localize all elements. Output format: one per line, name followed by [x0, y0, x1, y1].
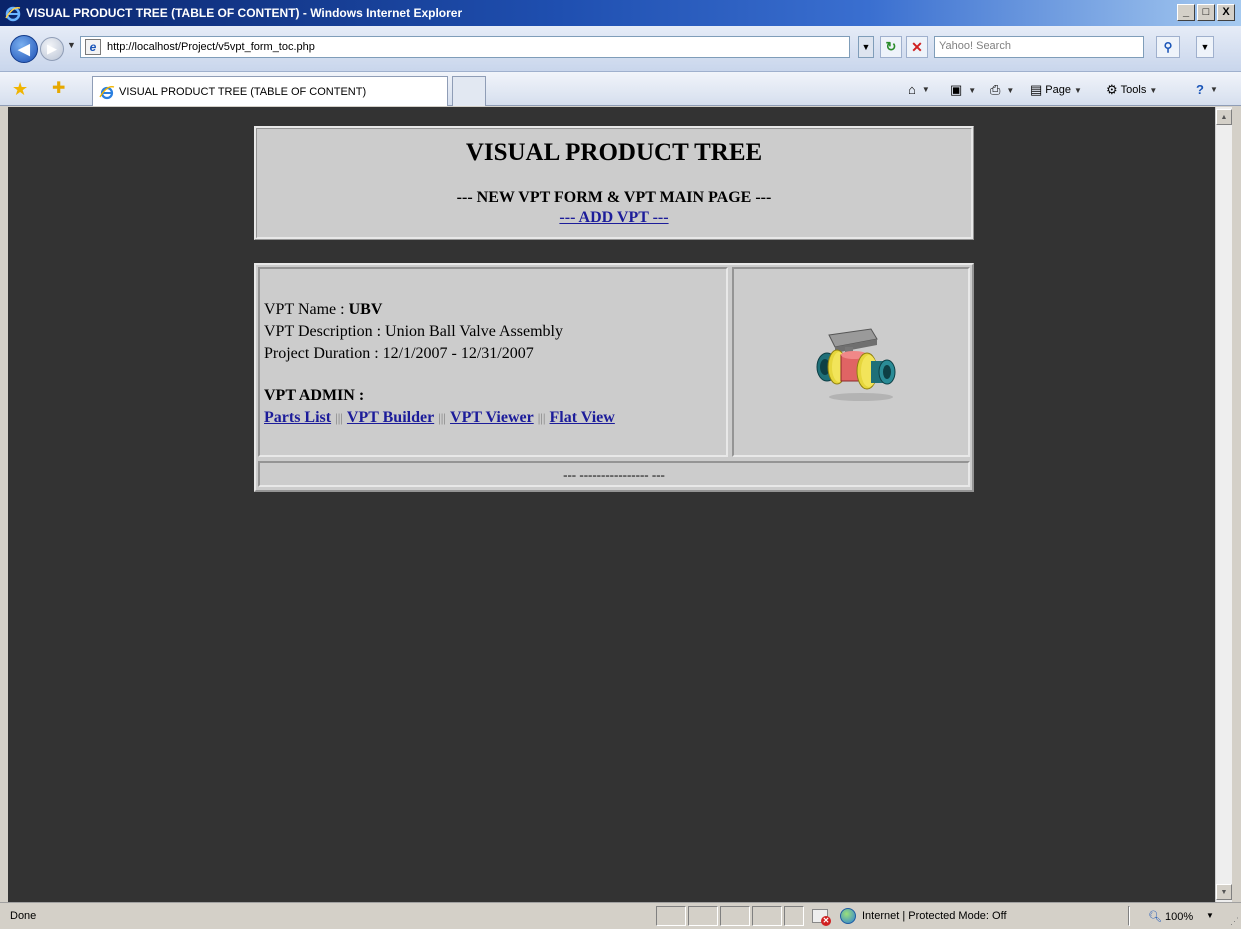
- tab-command-bar: ★ ✚ VISUAL PRODUCT TREE (TABLE OF CONTEN…: [0, 72, 1241, 106]
- zoom-icon: 🔍︎: [1148, 911, 1162, 923]
- vpt-image-cell: [732, 267, 970, 457]
- popup-blocked-icon[interactable]: ✕: [812, 909, 831, 926]
- home-button[interactable]: ⌂ ▼: [908, 82, 930, 97]
- page-subtitle: --- NEW VPT FORM & VPT MAIN PAGE ---: [456, 189, 772, 206]
- search-input[interactable]: Yahoo! Search: [934, 36, 1144, 58]
- tab-label: VISUAL PRODUCT TREE (TABLE OF CONTENT): [119, 85, 367, 98]
- chevron-down-icon: ▼: [1209, 85, 1218, 94]
- internet-zone-icon: [840, 908, 856, 924]
- window-title: VISUAL PRODUCT TREE (TABLE OF CONTENT) -…: [26, 6, 463, 20]
- search-icon: ⚲: [1163, 40, 1173, 54]
- vpt-builder-link[interactable]: VPT Builder: [347, 409, 434, 426]
- address-dropdown-icon[interactable]: ▼: [858, 36, 874, 58]
- page-title: VISUAL PRODUCT TREE: [465, 139, 763, 166]
- vpt-description: VPT Description : Union Ball Valve Assem…: [264, 323, 563, 340]
- address-input[interactable]: e http://localhost/Project/v5vpt_form_to…: [80, 36, 850, 58]
- admin-links: Parts List ||| VPT Builder ||| VPT Viewe…: [264, 407, 722, 429]
- print-button[interactable]: ⎙ ▼: [990, 82, 1014, 98]
- vpt-name-label: VPT Name :: [264, 301, 349, 318]
- add-favorites-icon[interactable]: ✚: [52, 80, 70, 98]
- back-button[interactable]: ◀: [10, 35, 38, 63]
- favorites-star-icon[interactable]: ★: [12, 80, 30, 98]
- chevron-down-icon: ▼: [1149, 85, 1158, 95]
- search-options-dropdown-icon[interactable]: ▼: [1196, 36, 1214, 58]
- status-pane: [752, 906, 782, 926]
- status-pane: [656, 906, 686, 926]
- link-separator: |||: [537, 410, 546, 425]
- zoom-level[interactable]: 🔍︎ 100%: [1148, 910, 1193, 923]
- link-separator: |||: [438, 410, 447, 425]
- stop-button[interactable]: ✕: [906, 36, 928, 58]
- chevron-down-icon: ▼: [1074, 85, 1082, 95]
- vpt-name-value: UBV: [348, 301, 383, 318]
- tools-menu-label: Tools: [1120, 84, 1147, 96]
- new-tab-button[interactable]: [452, 76, 486, 106]
- vpt-viewer-link[interactable]: VPT Viewer: [450, 409, 534, 426]
- tools-menu-button[interactable]: ⚙ Tools ▼: [1106, 82, 1157, 98]
- feeds-button[interactable]: ▣ ▼: [950, 82, 976, 98]
- chevron-down-icon: ▼: [1006, 85, 1015, 95]
- minimize-button[interactable]: _: [1177, 4, 1195, 21]
- address-toolbar: ◀ ▶ ▼ e http://localhost/Project/v5vpt_f…: [0, 26, 1241, 72]
- status-pane: [784, 906, 804, 926]
- project-duration: Project Duration : 12/1/2007 - 12/31/200…: [264, 345, 534, 362]
- home-icon: ⌂: [908, 82, 916, 97]
- chevron-down-icon: ▼: [921, 85, 930, 94]
- refresh-icon: ↻: [885, 39, 897, 54]
- status-pane: [720, 906, 750, 926]
- window-title-bar[interactable]: VISUAL PRODUCT TREE (TABLE OF CONTENT) -…: [0, 0, 1241, 26]
- table-footer: --- ---------------- ---: [258, 461, 970, 487]
- gear-icon: ⚙: [1106, 82, 1118, 97]
- help-button[interactable]: ? ▼: [1196, 82, 1218, 97]
- vpt-info-table: VPT Name : UBV VPT Description : Union B…: [254, 263, 974, 492]
- vpt-details-cell: VPT Name : UBV VPT Description : Union B…: [258, 267, 728, 457]
- link-separator: |||: [335, 410, 343, 425]
- vpt-name-row: VPT Name : UBV: [264, 299, 722, 321]
- chevron-down-icon: ▼: [968, 85, 977, 95]
- zoom-value: 100%: [1165, 911, 1194, 923]
- page-icon: e: [85, 39, 101, 55]
- ie-logo-icon: [5, 6, 21, 22]
- page-viewport: VISUAL PRODUCT TREE --- NEW VPT FORM & V…: [8, 107, 1215, 902]
- status-pane: [688, 906, 718, 926]
- vpt-admin-label: VPT ADMIN :: [264, 387, 365, 404]
- scroll-down-button[interactable]: ▼: [1216, 884, 1232, 900]
- search-placeholder: Yahoo! Search: [939, 40, 1011, 52]
- back-arrow-icon: ◀: [18, 41, 30, 58]
- ie-page-icon: [99, 85, 115, 99]
- scroll-up-button[interactable]: ▲: [1216, 109, 1232, 125]
- url-text: http://localhost/Project/v5vpt_form_toc.…: [107, 41, 315, 53]
- resize-grip-icon[interactable]: ⋰: [1230, 916, 1239, 927]
- status-divider: [1128, 906, 1130, 926]
- feeds-icon: ▣: [950, 82, 963, 97]
- status-text: Done: [10, 910, 37, 922]
- security-zone-text[interactable]: Internet | Protected Mode: Off: [862, 910, 1007, 922]
- status-bar: Done ✕ Internet | Protected Mode: Off 🔍︎…: [0, 902, 1241, 929]
- page-menu-label: Page: [1045, 84, 1071, 96]
- zoom-dropdown-icon[interactable]: ▼: [1206, 911, 1214, 920]
- parts-list-link[interactable]: Parts List: [264, 409, 331, 426]
- print-icon: ⎙: [990, 82, 1001, 97]
- vertical-scrollbar[interactable]: ▲ ▼: [1215, 107, 1232, 902]
- union-ball-valve-image[interactable]: [801, 317, 901, 407]
- flat-view-link[interactable]: Flat View: [550, 409, 615, 426]
- forward-button[interactable]: ▶: [40, 37, 64, 61]
- page-menu-icon: ▤: [1030, 82, 1043, 97]
- header-panel: VISUAL PRODUCT TREE --- NEW VPT FORM & V…: [254, 126, 974, 240]
- stop-icon: ✕: [911, 38, 923, 55]
- maximize-button[interactable]: □: [1197, 4, 1215, 21]
- close-button[interactable]: X: [1217, 4, 1235, 21]
- add-vpt-link[interactable]: --- ADD VPT ---: [559, 209, 668, 227]
- recent-pages-dropdown-icon[interactable]: ▼: [67, 40, 76, 50]
- tab-active[interactable]: VISUAL PRODUCT TREE (TABLE OF CONTENT): [92, 76, 448, 106]
- refresh-button[interactable]: ↻: [880, 36, 902, 58]
- page-menu-button[interactable]: ▤ Page ▼: [1030, 82, 1082, 98]
- search-button[interactable]: ⚲: [1156, 36, 1180, 58]
- help-icon: ?: [1196, 82, 1204, 97]
- forward-arrow-icon: ▶: [47, 41, 57, 56]
